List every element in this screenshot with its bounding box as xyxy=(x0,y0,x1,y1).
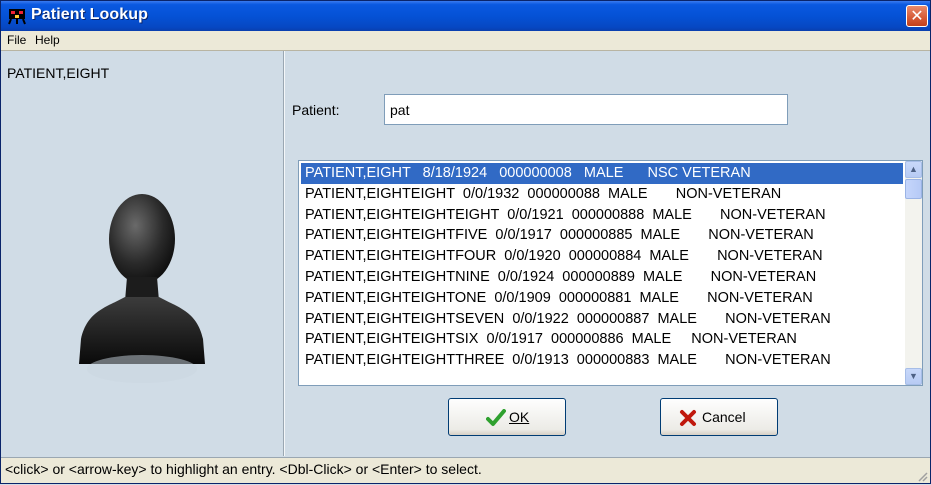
ok-button[interactable]: OK xyxy=(448,398,566,436)
checkmark-icon xyxy=(486,409,506,427)
cancel-x-icon xyxy=(678,409,698,427)
list-item[interactable]: PATIENT,EIGHTEIGHTNINE 0/0/1924 00000088… xyxy=(301,267,903,288)
title-bar[interactable]: Patient Lookup ✕ xyxy=(1,1,930,31)
patient-search-input[interactable] xyxy=(384,94,788,125)
list-item[interactable]: PATIENT,EIGHTEIGHTTHREE 0/0/1913 0000008… xyxy=(301,350,903,371)
ok-label-text: OK xyxy=(509,409,530,425)
list-item[interactable]: PATIENT,EIGHTEIGHTSIX 0/0/1917 000000886… xyxy=(301,329,903,350)
list-item[interactable]: PATIENT,EIGHTEIGHTEIGHT 0/0/1921 0000008… xyxy=(301,205,903,226)
list-item[interactable]: PATIENT,EIGHTEIGHTONE 0/0/1909 000000881… xyxy=(301,288,903,309)
list-item[interactable]: PATIENT,EIGHTEIGHTFOUR 0/0/1920 00000088… xyxy=(301,246,903,267)
list-item[interactable]: PATIENT,EIGHTEIGHT 0/0/1932 000000088 MA… xyxy=(301,184,903,205)
menu-file[interactable]: File xyxy=(7,33,26,47)
window-title: Patient Lookup xyxy=(31,6,148,23)
scroll-up-icon[interactable]: ▲ xyxy=(905,161,922,178)
ok-label: OK xyxy=(509,409,529,425)
patient-results-list[interactable]: PATIENT,EIGHT 8/18/1924 000000008 MALE N… xyxy=(298,160,923,386)
close-button[interactable]: ✕ xyxy=(906,5,928,27)
results-rows: PATIENT,EIGHT 8/18/1924 000000008 MALE N… xyxy=(301,163,903,371)
patient-info-panel: PATIENT,EIGHT xyxy=(1,51,285,456)
app-icon xyxy=(8,7,26,25)
status-text: <click> or <arrow-key> to highlight an e… xyxy=(5,461,482,477)
list-item[interactable]: PATIENT,EIGHT 8/18/1924 000000008 MALE N… xyxy=(301,163,903,184)
cancel-label: Cancel xyxy=(702,409,746,425)
lookup-panel: Patient: PATIENT,EIGHT 8/18/1924 0000000… xyxy=(286,51,930,456)
list-item[interactable]: PATIENT,EIGHTEIGHTFIVE 0/0/1917 00000088… xyxy=(301,225,903,246)
status-bar: <click> or <arrow-key> to highlight an e… xyxy=(1,457,930,483)
patient-lookup-window: Patient Lookup ✕ File Help PATIENT,EIGHT xyxy=(0,0,931,484)
selected-patient-name: PATIENT,EIGHT xyxy=(7,65,110,81)
patient-avatar-icon xyxy=(77,189,207,409)
scroll-down-icon[interactable]: ▼ xyxy=(905,368,922,385)
menu-bar: File Help xyxy=(1,31,930,51)
cancel-button[interactable]: Cancel xyxy=(660,398,778,436)
menu-help[interactable]: Help xyxy=(35,33,60,47)
resize-grip-icon[interactable] xyxy=(916,469,928,482)
patient-label: Patient: xyxy=(292,102,340,118)
scroll-thumb[interactable] xyxy=(905,179,922,199)
results-scrollbar[interactable]: ▲ ▼ xyxy=(905,161,922,385)
list-item[interactable]: PATIENT,EIGHTEIGHTSEVEN 0/0/1922 0000008… xyxy=(301,309,903,330)
